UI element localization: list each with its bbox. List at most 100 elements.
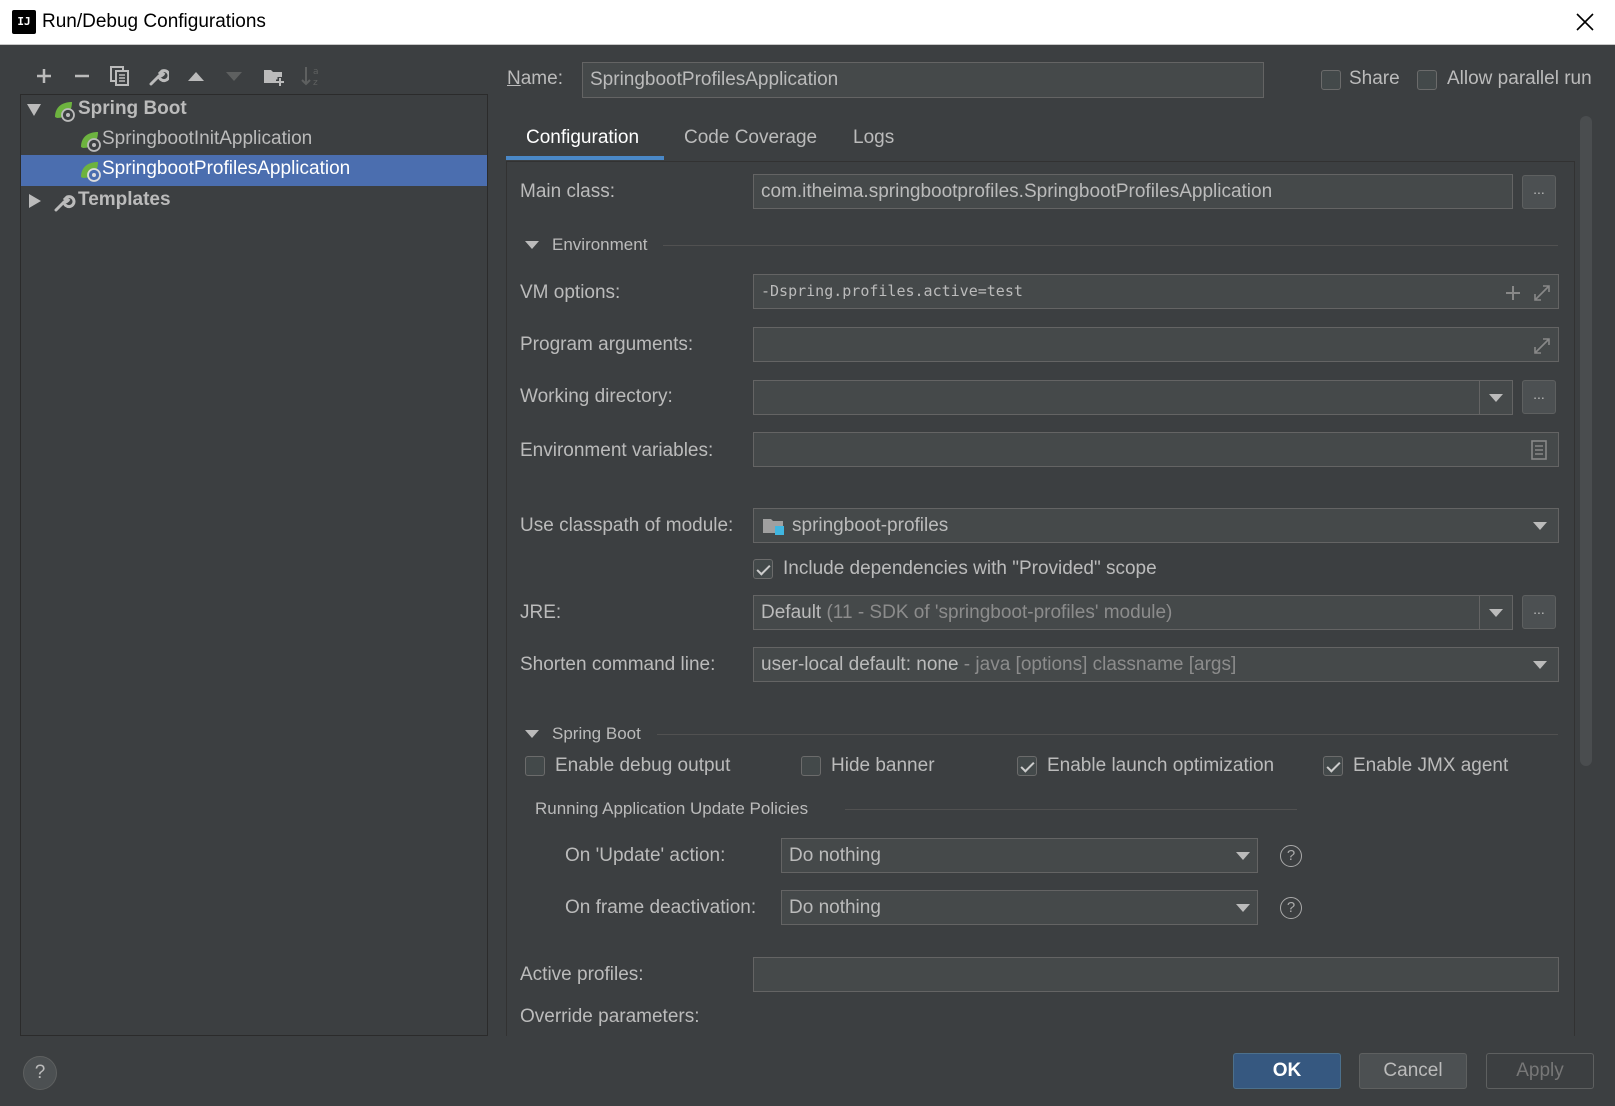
name-input[interactable]: SpringbootProfilesApplication: [582, 62, 1264, 98]
frame-deactivation-label: On frame deactivation:: [565, 897, 757, 918]
remove-icon[interactable]: [68, 62, 96, 90]
tree-node-springboot-profiles[interactable]: SpringbootProfilesApplication: [21, 155, 487, 186]
add-icon[interactable]: [1504, 284, 1522, 308]
new-folder-icon[interactable]: [260, 62, 288, 90]
hide-banner-label: Hide banner: [831, 755, 935, 776]
dropdown-separator: [1479, 381, 1480, 414]
collapse-arrow-icon[interactable]: [29, 194, 41, 208]
module-folder-icon: [762, 515, 786, 543]
expand-icon[interactable]: [1532, 336, 1552, 362]
working-directory-input[interactable]: [753, 380, 1513, 415]
environment-variables-input[interactable]: [753, 432, 1559, 467]
enable-launch-optimization-label: Enable launch optimization: [1047, 755, 1275, 776]
tree-node-spring-boot[interactable]: Spring Boot: [21, 95, 487, 126]
add-icon[interactable]: [30, 62, 58, 90]
expand-arrow-icon[interactable]: [27, 104, 41, 116]
chevron-down-icon[interactable]: [1236, 904, 1250, 912]
environment-collapse-icon[interactable]: [525, 241, 539, 249]
include-provided-deps-label: Include dependencies with "Provided" sco…: [783, 558, 1157, 579]
jre-select[interactable]: Default (11 - SDK of 'springboot-profile…: [753, 595, 1513, 630]
jre-value: Default: [761, 602, 822, 623]
classpath-label: Use classpath of module:: [520, 515, 734, 536]
frame-deactivation-select[interactable]: Do nothing: [781, 890, 1258, 925]
svg-text:z: z: [313, 78, 318, 88]
shorten-detail: - java [options] classname [args]: [963, 654, 1237, 675]
main-class-input[interactable]: com.itheima.springbootprofiles.Springboo…: [753, 174, 1513, 209]
wrench-icon: [52, 190, 76, 220]
vm-options-label: VM options:: [520, 282, 621, 303]
tab-logs[interactable]: Logs: [853, 118, 894, 162]
hide-banner-checkbox[interactable]: [801, 756, 821, 776]
enable-debug-output-checkbox[interactable]: [525, 756, 545, 776]
chevron-down-icon[interactable]: [1489, 394, 1503, 402]
spring-boot-divider: [657, 734, 1558, 735]
tree-label-springboot-profiles: SpringbootProfilesApplication: [102, 158, 351, 179]
share-checkbox[interactable]: [1321, 70, 1341, 90]
tree-label-templates: Templates: [78, 189, 171, 210]
jre-browse-button[interactable]: ...: [1522, 595, 1556, 629]
chevron-down-icon[interactable]: [1533, 522, 1547, 530]
tab-code-coverage[interactable]: Code Coverage: [684, 118, 817, 162]
program-arguments-label: Program arguments:: [520, 334, 694, 355]
vertical-scrollbar[interactable]: [1580, 116, 1592, 766]
spring-boot-section-label: Spring Boot: [552, 724, 641, 743]
allow-parallel-run-label: Allow parallel run: [1447, 68, 1592, 89]
active-profiles-input[interactable]: [753, 957, 1559, 992]
enable-debug-output-label: Enable debug output: [555, 755, 731, 776]
configuration-tree: Spring Boot SpringbootInitApplication Sp…: [20, 94, 488, 1036]
spring-boot-collapse-icon[interactable]: [525, 730, 539, 738]
environment-divider: [663, 245, 1558, 246]
active-profiles-label: Active profiles:: [520, 964, 644, 985]
intellij-app-icon: IJ: [10, 8, 38, 36]
active-tab-indicator: [506, 156, 664, 160]
vm-options-input[interactable]: -Dspring.profiles.active=test: [753, 274, 1559, 309]
tree-node-springboot-init[interactable]: SpringbootInitApplication: [21, 125, 487, 156]
wrench-icon[interactable]: [144, 62, 172, 90]
apply-button[interactable]: Apply: [1486, 1053, 1594, 1089]
tree-node-templates[interactable]: Templates: [21, 186, 487, 217]
override-parameters-label: Override parameters:: [520, 1006, 700, 1027]
move-up-icon[interactable]: [182, 62, 210, 90]
shorten-command-line-select[interactable]: user-local default: none - java [options…: [753, 647, 1559, 682]
allow-parallel-run-checkbox[interactable]: [1417, 70, 1437, 90]
program-arguments-input[interactable]: [753, 327, 1559, 362]
environment-variables-label: Environment variables:: [520, 440, 714, 461]
ok-button[interactable]: OK: [1233, 1053, 1341, 1089]
working-directory-browse-button[interactable]: ...: [1522, 380, 1556, 414]
update-policies-label: Running Application Update Policies: [535, 799, 809, 818]
shorten-command-line-label: Shorten command line:: [520, 654, 716, 675]
move-down-icon[interactable]: [220, 62, 248, 90]
classpath-value: springboot-profiles: [792, 515, 949, 536]
help-button[interactable]: ?: [23, 1056, 57, 1090]
shorten-value: user-local default: none: [761, 654, 959, 675]
cancel-button[interactable]: Cancel: [1359, 1053, 1467, 1089]
working-directory-label: Working directory:: [520, 386, 673, 407]
enable-launch-optimization-checkbox[interactable]: [1017, 756, 1037, 776]
environment-section-label: Environment: [552, 235, 648, 254]
jre-detail: (11 - SDK of 'springboot-profiles' modul…: [826, 602, 1173, 623]
enable-jmx-agent-checkbox[interactable]: [1323, 756, 1343, 776]
spring-boot-app-icon: [78, 159, 102, 189]
name-label: Name:: [507, 68, 563, 89]
jre-label: JRE:: [520, 602, 562, 623]
sort-icon[interactable]: az: [298, 62, 326, 90]
expand-icon[interactable]: [1532, 283, 1552, 309]
chevron-down-icon[interactable]: [1236, 852, 1250, 860]
update-action-select[interactable]: Do nothing: [781, 838, 1258, 873]
help-icon[interactable]: ?: [1280, 897, 1302, 919]
copy-icon[interactable]: [106, 62, 134, 90]
window-title: Run/Debug Configurations: [42, 11, 266, 32]
update-action-label: On 'Update' action:: [565, 845, 726, 866]
chevron-down-icon[interactable]: [1533, 661, 1547, 669]
tree-label-springboot-init: SpringbootInitApplication: [102, 128, 313, 149]
close-icon[interactable]: [1571, 8, 1599, 36]
include-provided-deps-checkbox[interactable]: [753, 559, 773, 579]
update-policies-divider: [845, 809, 1297, 810]
main-class-label: Main class:: [520, 181, 616, 202]
help-icon[interactable]: ?: [1280, 845, 1302, 867]
classpath-select[interactable]: springboot-profiles: [753, 508, 1559, 543]
document-icon[interactable]: [1530, 440, 1548, 466]
chevron-down-icon[interactable]: [1489, 609, 1503, 617]
title-bar: IJ Run/Debug Configurations: [0, 0, 1615, 45]
main-class-browse-button[interactable]: ...: [1522, 175, 1556, 209]
